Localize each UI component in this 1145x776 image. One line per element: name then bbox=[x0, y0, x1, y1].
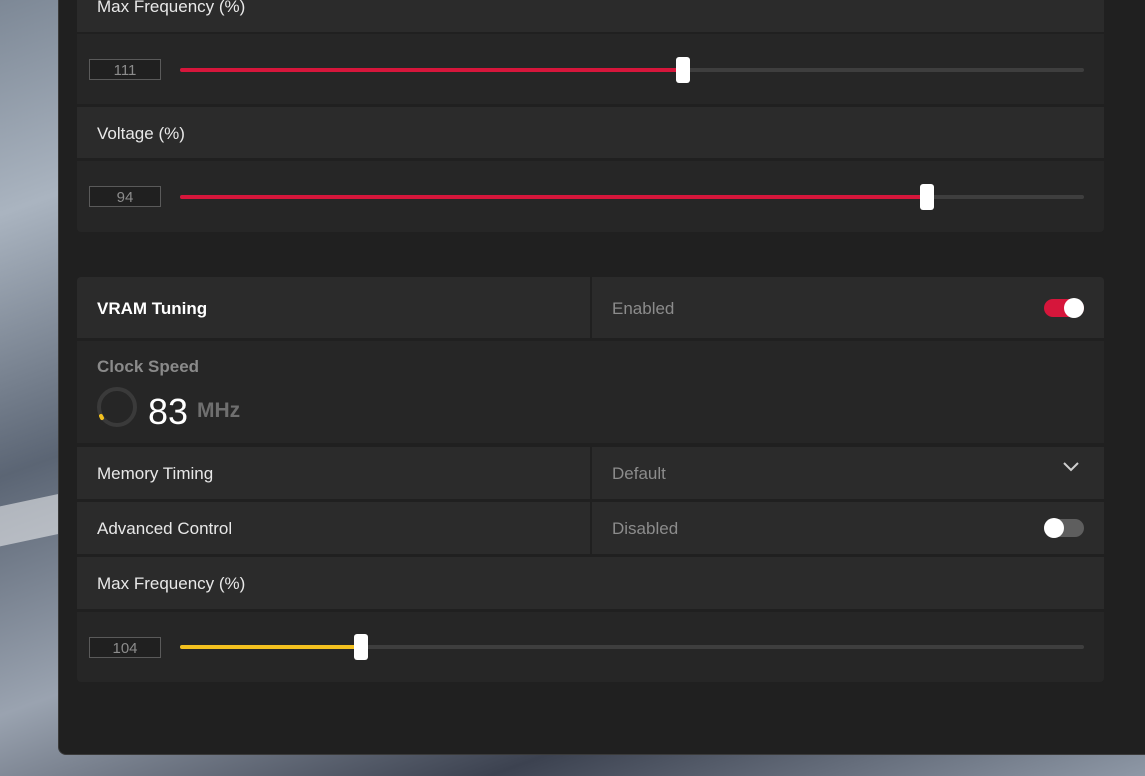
advanced-control-label: Advanced Control bbox=[97, 519, 233, 538]
slider-thumb[interactable] bbox=[354, 634, 368, 660]
toggle-knob bbox=[1064, 298, 1084, 318]
slider-fill bbox=[180, 195, 927, 199]
clock-speed-panel: Clock Speed 83 MHz bbox=[77, 341, 1104, 443]
slider-thumb[interactable] bbox=[676, 57, 690, 83]
divider bbox=[590, 447, 592, 499]
gpu-max-frequency-input[interactable]: 111 bbox=[89, 59, 161, 80]
vram-tuning-row: VRAM Tuning Enabled bbox=[77, 277, 1104, 338]
vram-tuning-title: VRAM Tuning bbox=[97, 299, 208, 318]
clock-speed-unit: MHz bbox=[197, 399, 241, 422]
divider bbox=[590, 502, 592, 554]
vram-tuning-status: Enabled bbox=[612, 299, 675, 318]
slider-fill bbox=[180, 645, 361, 649]
vram-max-frequency-slider-row: 104 bbox=[77, 612, 1104, 682]
vram-tuning-toggle[interactable] bbox=[1044, 298, 1084, 318]
voltage-input[interactable]: 94 bbox=[89, 186, 161, 207]
gpu-max-frequency-header: Max Frequency (%) bbox=[77, 0, 1104, 32]
gpu-max-frequency-slider-row: 111 bbox=[77, 34, 1104, 104]
vram-max-frequency-slider[interactable] bbox=[180, 634, 1084, 660]
gpu-max-frequency-label: Max Frequency (%) bbox=[97, 0, 246, 16]
memory-timing-value[interactable]: Default bbox=[612, 464, 666, 484]
voltage-header: Voltage (%) bbox=[77, 107, 1104, 158]
advanced-control-status: Disabled bbox=[612, 519, 679, 538]
memory-timing-row: Memory Timing Default bbox=[77, 447, 1104, 499]
clock-speed-gauge-icon bbox=[97, 387, 137, 427]
divider bbox=[590, 277, 592, 338]
clock-speed-title: Clock Speed bbox=[97, 357, 200, 376]
gpu-max-frequency-slider[interactable] bbox=[180, 57, 1084, 83]
voltage-slider-row: 94 bbox=[77, 161, 1104, 232]
vram-max-frequency-label: Max Frequency (%) bbox=[97, 574, 246, 593]
voltage-label: Voltage (%) bbox=[97, 124, 185, 143]
advanced-control-row: Advanced Control Disabled bbox=[77, 502, 1104, 554]
memory-timing-label: Memory Timing bbox=[97, 464, 214, 483]
voltage-slider[interactable] bbox=[180, 184, 1084, 210]
toggle-knob bbox=[1044, 518, 1064, 538]
clock-speed-value: 83 bbox=[148, 391, 189, 432]
vram-max-frequency-header: Max Frequency (%) bbox=[77, 557, 1104, 609]
slider-fill bbox=[180, 68, 683, 72]
advanced-control-toggle[interactable] bbox=[1044, 518, 1084, 538]
background-wallpaper bbox=[0, 493, 60, 547]
chevron-down-icon[interactable] bbox=[1062, 461, 1080, 473]
slider-thumb[interactable] bbox=[920, 184, 934, 210]
vram-max-frequency-input[interactable]: 104 bbox=[89, 637, 161, 658]
